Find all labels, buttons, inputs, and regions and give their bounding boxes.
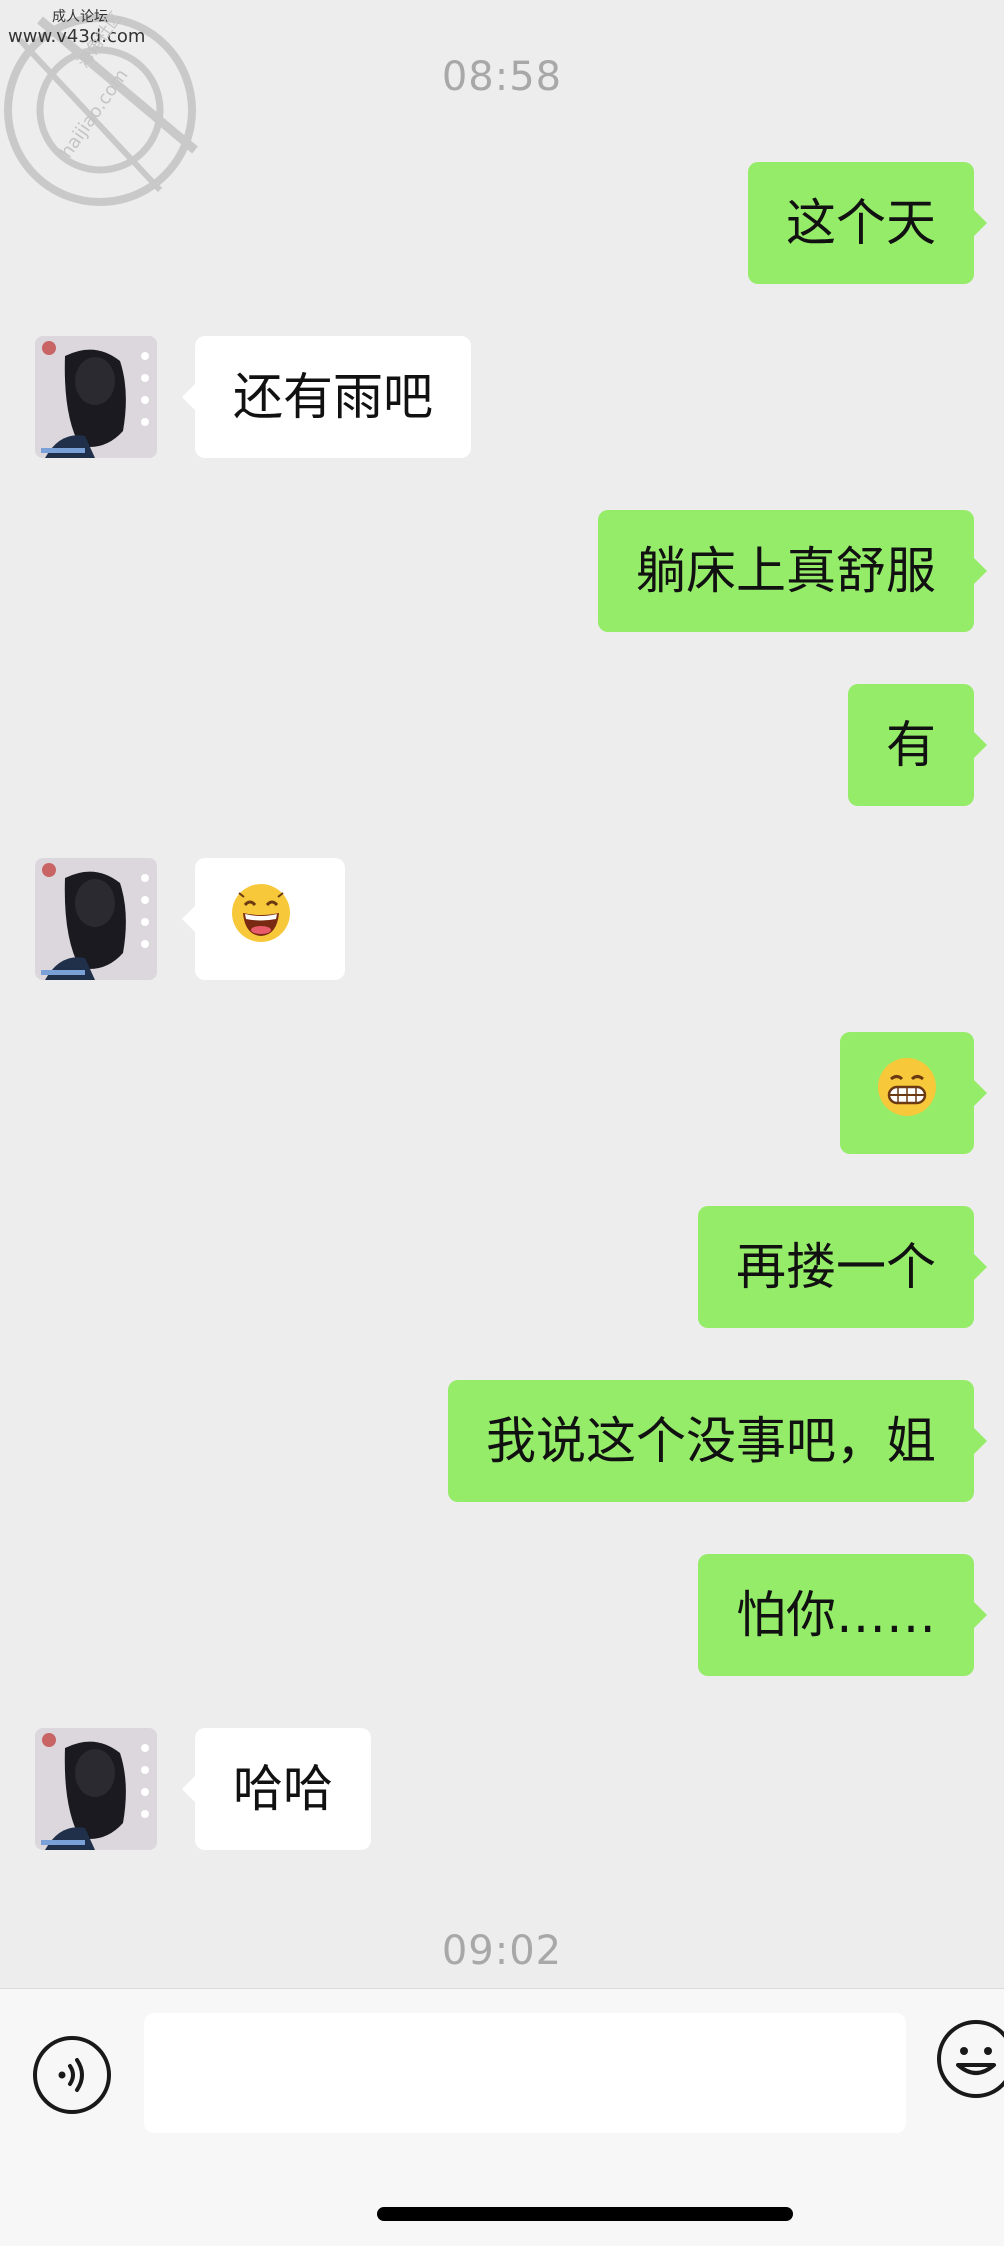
received-bubble[interactable]: 哈哈 (182, 1728, 371, 1850)
received-bubble[interactable]: 还有雨吧 (182, 336, 471, 458)
received-bubble[interactable] (182, 858, 345, 980)
emoji-button[interactable] (936, 2019, 1004, 2115)
watermark-line2: www.v43d.com (8, 26, 146, 47)
grinning-teeth-face-icon (878, 1058, 936, 1116)
message-row: 哈哈 (0, 1728, 1004, 1850)
message-row: 躺床上真舒服 (0, 510, 1004, 632)
message-row: 怕你…… (0, 1554, 1004, 1676)
message-row: 有 (0, 684, 1004, 806)
voice-button[interactable] (32, 2035, 112, 2115)
avatar[interactable] (35, 858, 157, 980)
message-row: 还有雨吧 (0, 336, 1004, 458)
sent-bubble[interactable]: 怕你…… (698, 1554, 987, 1676)
home-indicator (377, 2207, 793, 2221)
laughing-face-icon (232, 884, 290, 942)
message-row: 我说这个没事吧，姐 (0, 1380, 1004, 1502)
message-input[interactable] (144, 2013, 906, 2133)
timestamp: 08:58 (441, 54, 563, 100)
message-row (0, 1032, 1004, 1154)
message-row: 这个天 (0, 162, 1004, 284)
avatar[interactable] (35, 1728, 157, 1850)
message-row (0, 858, 1004, 980)
sent-bubble[interactable] (840, 1032, 987, 1154)
timestamp: 09:02 (441, 1928, 563, 1974)
sent-bubble[interactable]: 我说这个没事吧，姐 (448, 1380, 987, 1502)
avatar[interactable] (35, 336, 157, 458)
input-bar (0, 1988, 1004, 2246)
voice-icon (33, 2036, 111, 2114)
sent-bubble[interactable]: 这个天 (748, 162, 987, 284)
sent-bubble[interactable]: 有 (848, 684, 987, 806)
message-row: 再搂一个 (0, 1206, 1004, 1328)
sent-bubble[interactable]: 再搂一个 (698, 1206, 987, 1328)
chat-area: 成人论坛 www.v43d.com 海角社区 haijiao.com 08:58… (0, 0, 1004, 1988)
smiley-icon (937, 2020, 1004, 2098)
sent-bubble[interactable]: 躺床上真舒服 (598, 510, 987, 632)
